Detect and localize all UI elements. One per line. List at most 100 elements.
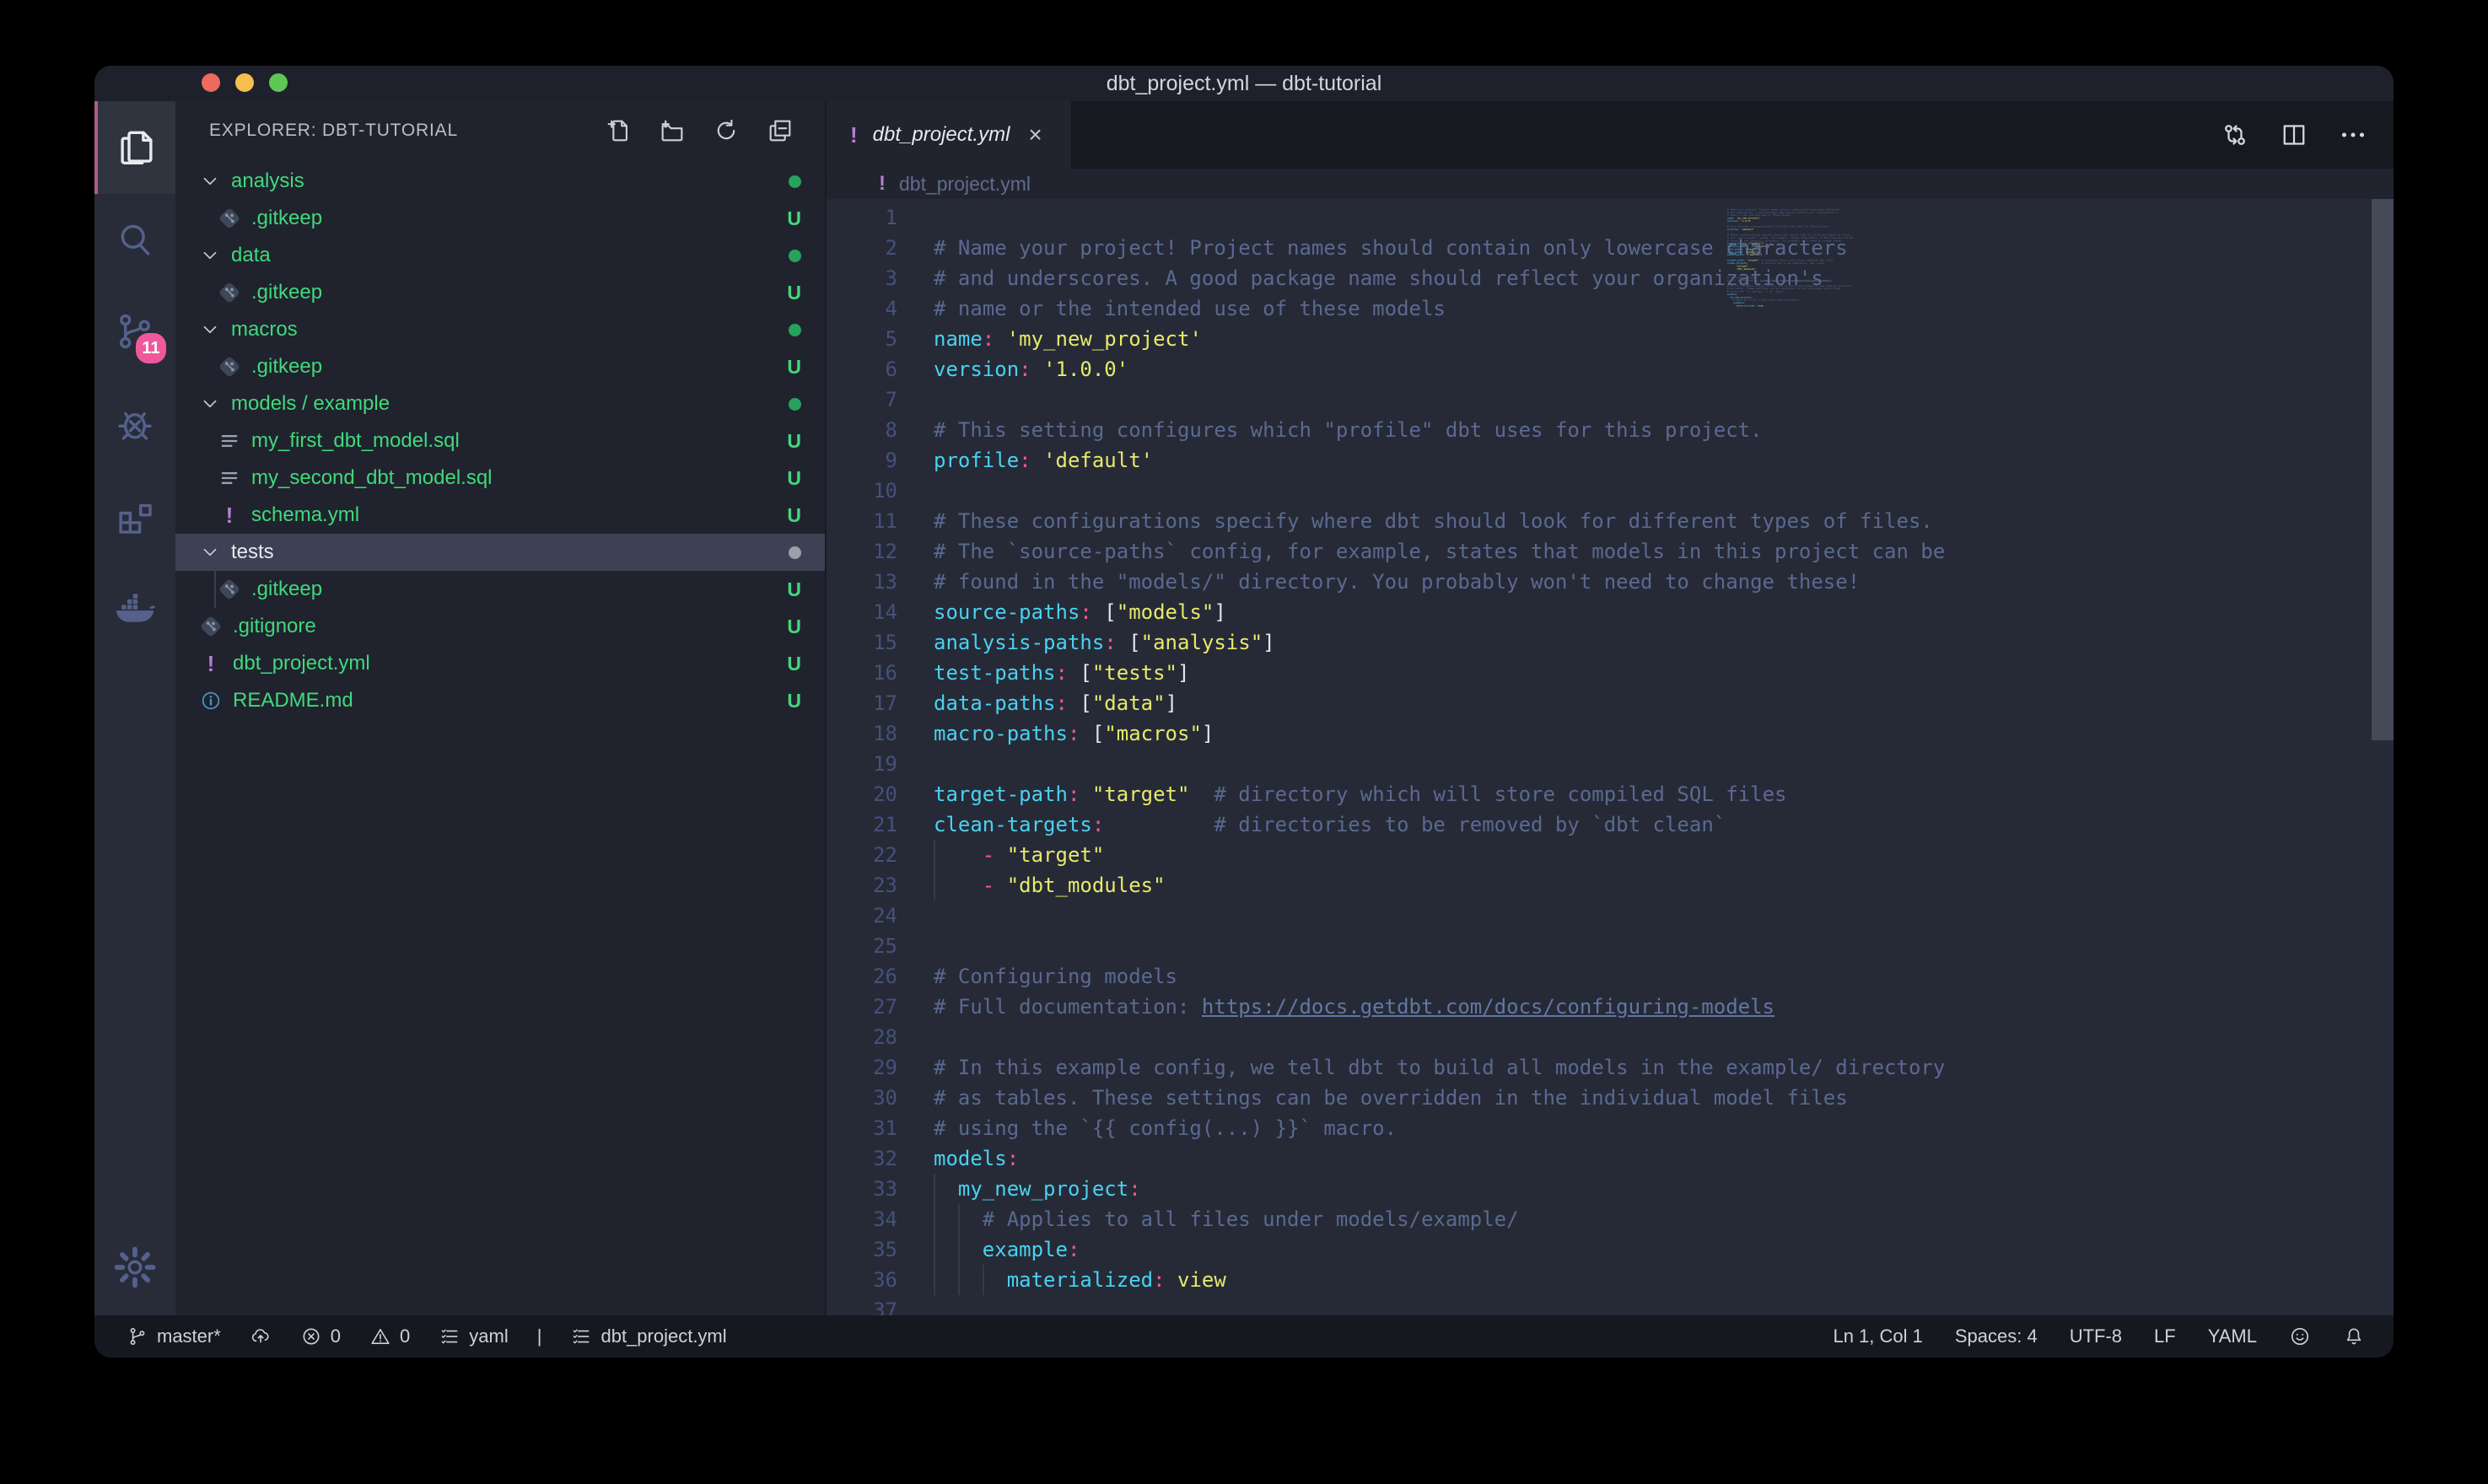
tree-item-my-first-dbt-model-sql[interactable]: my_first_dbt_model.sqlU <box>175 422 825 460</box>
tree-item-schema-yml[interactable]: !schema.ymlU <box>175 497 825 534</box>
tree-item-label: .gitignore <box>233 615 316 638</box>
tree-item-dbt-project-yml[interactable]: !dbt_project.ymlU <box>175 645 825 682</box>
error-circle-icon <box>300 1325 322 1347</box>
tree-item--gitkeep[interactable]: .gitkeepU <box>175 348 825 385</box>
close-tab-icon[interactable]: × <box>1028 121 1042 148</box>
code-line-text: # Name your project! Project names shoul… <box>934 233 1848 263</box>
tree-item--gitkeep[interactable]: .gitkeep U <box>175 274 825 311</box>
code-line: 23 - "dbt_modules" <box>827 870 2394 901</box>
tree-item--gitkeep[interactable]: .gitkeepU <box>175 200 825 237</box>
tree-item-tests[interactable]: tests <box>175 534 825 571</box>
code-line-text: my_new_project: <box>934 1174 1141 1204</box>
vscode-window: dbt_project.yml — dbt-tutorial 11 EXPLOR… <box>94 66 2394 1358</box>
breadcrumb-item[interactable]: dbt_project.yml <box>899 173 1031 196</box>
status-item-branch[interactable]: master* <box>127 1325 221 1347</box>
status-item-notifications[interactable] <box>2343 1325 2365 1347</box>
open-changes-button[interactable] <box>2220 120 2250 150</box>
code-line: 21clean-targets: # directories to be rem… <box>827 809 2394 840</box>
tab-dbt-project-yml[interactable]: ! dbt_project.yml × <box>827 101 1071 172</box>
tree-item--gitkeep[interactable]: .gitkeepU <box>175 571 825 608</box>
tree-item-readme-md[interactable]: README.mdU <box>175 682 825 719</box>
git-untracked-badge: U <box>787 460 801 497</box>
status-item-indentation[interactable]: Spaces: 4 <box>1955 1325 2038 1347</box>
title-bar[interactable]: dbt_project.yml — dbt-tutorial <box>94 66 2394 101</box>
tree-item-label: .gitkeep <box>251 207 322 230</box>
status-item-sync[interactable] <box>250 1325 272 1347</box>
status-item-encoding[interactable]: UTF-8 <box>2070 1325 2122 1347</box>
new-folder-button[interactable] <box>658 116 687 145</box>
tree-item-label: .gitkeep <box>251 281 322 304</box>
tree-item-label: data <box>231 244 271 267</box>
tree-item-label: macros <box>231 318 298 341</box>
explorer-header-title: EXPLORER: DBT-TUTORIAL <box>209 101 458 160</box>
status-item-cursor-position[interactable]: Ln 1, Col 1 <box>1833 1325 1922 1347</box>
activity-item-docker[interactable] <box>94 565 175 658</box>
explorer-sidebar: EXPLORER: DBT-TUTORIAL analysis .gitkeep U… <box>175 101 825 1315</box>
activity-item-source-control[interactable]: 11 <box>94 287 175 379</box>
git-untracked-badge: U <box>787 274 801 311</box>
more-actions-button[interactable] <box>2338 120 2368 150</box>
tree-item-my-second-dbt-model-sql[interactable]: my_second_dbt_model.sqlU <box>175 460 825 497</box>
status-item-warnings[interactable]: 0 <box>369 1325 410 1347</box>
code-line: 34 # Applies to all files under models/e… <box>827 1204 2394 1234</box>
new-file-button[interactable] <box>604 116 633 145</box>
tree-item-label: README.md <box>233 689 353 712</box>
status-item-eol[interactable]: LF <box>2154 1325 2176 1347</box>
tree-item-label: tests <box>231 540 274 564</box>
code-line: 26# Configuring models <box>827 961 2394 992</box>
tree-item-label: dbt_project.yml <box>233 652 370 675</box>
code-line: 9profile: 'default' <box>827 445 2394 476</box>
collapse-all-button[interactable] <box>766 116 794 145</box>
line-number: 9 <box>827 445 897 476</box>
activity-item-search[interactable] <box>94 194 175 287</box>
refresh-button[interactable] <box>712 116 740 145</box>
tree-item-models-example[interactable]: models / example <box>175 385 825 422</box>
status-item-linter-yaml[interactable]: yaml <box>439 1325 508 1347</box>
activity-item-debug[interactable] <box>94 379 175 472</box>
code-line: 11# These configurations specify where d… <box>827 506 2394 536</box>
split-editor-button[interactable] <box>2279 120 2309 150</box>
tree-item--gitignore[interactable]: .gitignoreU <box>175 608 825 645</box>
tree-item-analysis[interactable]: analysis <box>175 163 825 200</box>
activity-item-explorer[interactable] <box>94 101 179 194</box>
git-untracked-badge: U <box>787 571 801 608</box>
code-line-text: # This setting configures which "profile… <box>934 415 1763 445</box>
git-file-icon <box>218 207 241 230</box>
tree-indent-guide <box>214 571 216 608</box>
line-number: 7 <box>827 384 897 415</box>
git-untracked-badge: U <box>787 348 801 385</box>
line-number: 16 <box>827 658 897 688</box>
status-item-label: master* <box>157 1325 221 1347</box>
code-line: 31# using the `{{ config(...) }}` macro. <box>827 1113 2394 1143</box>
status-item-linter-file[interactable]: dbt_project.yml <box>570 1325 726 1347</box>
line-number: 21 <box>827 809 897 840</box>
line-number: 2 <box>827 233 897 263</box>
line-number: 17 <box>827 688 897 718</box>
activity-item-settings[interactable] <box>94 1223 175 1315</box>
sql-file-icon <box>218 429 241 453</box>
line-number: 10 <box>827 476 897 506</box>
status-item-feedback[interactable] <box>2289 1325 2311 1347</box>
breadcrumb[interactable]: ! dbt_project.yml <box>827 169 2394 199</box>
code-editor[interactable]: # Name your project! Project names shoul… <box>827 199 2394 1315</box>
git-file-icon <box>199 615 223 638</box>
line-number: 6 <box>827 354 897 384</box>
git-status-dot <box>789 534 801 571</box>
tree-item-data[interactable]: data <box>175 237 825 274</box>
git-untracked-badge: U <box>787 422 801 460</box>
status-item-errors[interactable]: 0 <box>300 1325 341 1347</box>
code-line: 18macro-paths: ["macros"] <box>827 718 2394 749</box>
line-number: 26 <box>827 961 897 992</box>
tree-item-macros[interactable]: macros <box>175 311 825 348</box>
status-item-label: dbt_project.yml <box>600 1325 726 1347</box>
line-number: 35 <box>827 1234 897 1265</box>
tab-label: dbt_project.yml <box>873 123 1010 147</box>
code-line-text: source-paths: ["models"] <box>934 597 1226 627</box>
code-line-text: # The `source-paths` config, for example… <box>934 536 1945 567</box>
activity-item-extensions[interactable] <box>94 472 175 565</box>
code-line: 25 <box>827 931 2394 961</box>
line-number: 36 <box>827 1265 897 1295</box>
status-item-language-mode[interactable]: YAML <box>2208 1325 2257 1347</box>
editor-actions <box>2220 101 2368 169</box>
status-item-label: 0 <box>331 1325 341 1347</box>
